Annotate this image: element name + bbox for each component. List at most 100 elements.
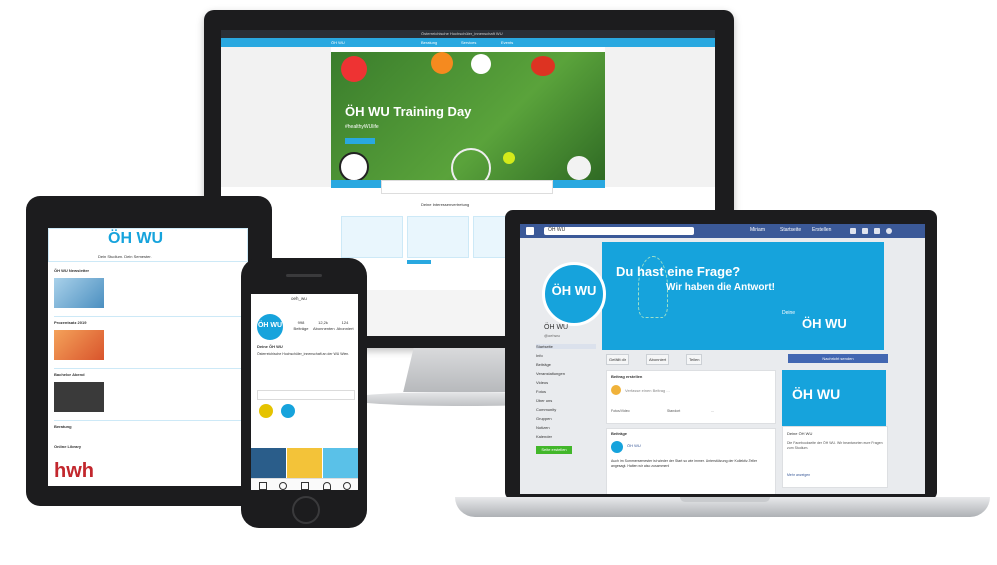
grid-post[interactable] bbox=[287, 448, 322, 478]
sidebar-item-calendar[interactable]: Kalender bbox=[536, 434, 552, 439]
message-button[interactable]: Nachricht senden bbox=[788, 354, 888, 363]
more-button[interactable]: ... bbox=[711, 409, 714, 413]
sidebar-item-videos[interactable]: Videos bbox=[536, 380, 548, 385]
read-more-button[interactable] bbox=[407, 260, 431, 264]
hero-button[interactable] bbox=[345, 138, 375, 144]
photo-video-button[interactable]: Fotos/Video bbox=[611, 409, 630, 413]
divider bbox=[54, 316, 242, 317]
ad-banner[interactable] bbox=[381, 180, 553, 194]
post-author[interactable]: ÖH WU bbox=[627, 443, 641, 448]
home-link[interactable]: Startseite bbox=[780, 227, 801, 233]
heart-icon[interactable] bbox=[323, 482, 331, 490]
news-card[interactable] bbox=[341, 216, 403, 258]
create-post-card: Beitrag erstellen Verfasse einen Beitrag… bbox=[606, 370, 776, 424]
phone-speaker bbox=[286, 274, 322, 277]
nav-item[interactable]: Events bbox=[501, 40, 513, 45]
user-name[interactable]: Miriam bbox=[750, 227, 765, 233]
user-avatar bbox=[611, 385, 621, 395]
notifications-icon[interactable] bbox=[874, 228, 880, 234]
news-card[interactable] bbox=[407, 216, 469, 258]
page-avatar[interactable]: ÖH WU bbox=[542, 262, 606, 326]
sidebar-item-home[interactable]: Startseite bbox=[536, 344, 596, 349]
cover-line-2: Wir haben die Antwort! bbox=[666, 282, 775, 293]
help-icon[interactable] bbox=[886, 228, 892, 234]
messenger-icon[interactable] bbox=[862, 228, 868, 234]
location-button[interactable]: Standort bbox=[667, 409, 680, 413]
phone-home-button[interactable] bbox=[292, 496, 320, 524]
share-button[interactable]: Teilen bbox=[686, 354, 703, 365]
right-card-link[interactable]: Mehr anzeigen bbox=[787, 473, 810, 477]
profile-avatar[interactable]: ÖH WU bbox=[257, 314, 283, 340]
profile-bio: Österreichische Hochschüler_innenschaft … bbox=[257, 352, 350, 356]
tennis-racket bbox=[451, 148, 491, 180]
page-margin-left bbox=[221, 47, 331, 187]
grid-post[interactable] bbox=[323, 448, 358, 478]
like-button[interactable]: Gefällt dir bbox=[606, 354, 630, 365]
page-handle: @oehwu bbox=[544, 333, 560, 338]
profile-name: Deine ÖH WU bbox=[257, 344, 283, 349]
cover-line-1: Du hast eine Frage? bbox=[616, 264, 741, 279]
hero-banner[interactable]: ÖH WU Training Day #healthyWUlife bbox=[331, 52, 605, 180]
search-text: ÖH WU bbox=[548, 227, 566, 233]
footer-logo: hwh bbox=[54, 460, 94, 482]
right-card-text: Die Facebookseite der ÖH WU. Wir beantwo… bbox=[787, 441, 883, 450]
site-top-text: Österreichische Hochschüler_innenschaft … bbox=[421, 31, 503, 36]
search-icon[interactable] bbox=[279, 482, 287, 490]
cover-photo[interactable] bbox=[602, 242, 884, 350]
create-page-button[interactable]: Seite erstellen bbox=[536, 446, 572, 454]
create-post-title: Beitrag erstellen bbox=[611, 374, 643, 379]
post-author-avatar[interactable] bbox=[611, 441, 623, 453]
tennis-ball bbox=[503, 152, 515, 164]
right-card-image[interactable]: ÖH WU bbox=[782, 370, 886, 426]
highlight-story[interactable] bbox=[281, 404, 295, 418]
page-margin-right bbox=[605, 47, 715, 187]
instagram-screen: oeh_wu ÖH WU 998 Beiträge 12,2k Abonnent… bbox=[251, 294, 358, 490]
news-heading: Deine Interessenvertretung bbox=[421, 202, 470, 207]
profile-icon[interactable] bbox=[343, 482, 351, 490]
sidebar-item-info[interactable]: Info bbox=[536, 353, 543, 358]
divider bbox=[54, 420, 242, 421]
avatar-logo: ÖH WU bbox=[551, 283, 597, 298]
sidebar-item-posts[interactable]: Beiträge bbox=[536, 362, 551, 367]
post-input[interactable]: Verfasse einen Beitrag ... bbox=[625, 388, 670, 393]
sidebar-item-events[interactable]: Veranstaltungen bbox=[536, 371, 565, 376]
divider bbox=[54, 368, 242, 369]
nav-item[interactable]: ÖH WU bbox=[331, 40, 345, 45]
sidebar-item-about[interactable]: Über uns bbox=[536, 398, 552, 403]
section-image bbox=[54, 278, 104, 308]
following-count[interactable]: 124 bbox=[335, 320, 355, 325]
section-image bbox=[54, 382, 104, 412]
home-icon[interactable] bbox=[259, 482, 267, 490]
search-input[interactable]: ÖH WU bbox=[544, 227, 694, 235]
post-text: Auch im Sommersemester ist wieder der St… bbox=[611, 459, 758, 468]
add-post-icon[interactable] bbox=[301, 482, 309, 490]
section-title: Online Library bbox=[54, 444, 82, 449]
follow-button[interactable] bbox=[257, 390, 355, 400]
follow-button[interactable]: Abonniert bbox=[646, 354, 670, 365]
facebook-top-bar: ÖH WU Miriam Startseite Erstellen bbox=[520, 224, 925, 238]
followers-label: Abonnenten bbox=[313, 326, 335, 331]
sidebar-item-groups[interactable]: Gruppen bbox=[536, 416, 552, 421]
followers-count[interactable]: 12,2k bbox=[313, 320, 333, 325]
posts-count: 998 bbox=[297, 320, 305, 325]
newsletter-logo: ÖH WU bbox=[108, 230, 164, 247]
nav-item[interactable]: Services bbox=[461, 40, 476, 45]
section-image bbox=[54, 330, 104, 360]
newsletter-subtitle: Dein Studium. Dein Semester. bbox=[98, 254, 152, 259]
section-title: Prozentsatz 2019 bbox=[54, 320, 87, 325]
sidebar-item-photos[interactable]: Fotos bbox=[536, 389, 546, 394]
site-top-bar: Österreichische Hochschüler_innenschaft … bbox=[221, 30, 715, 38]
sport-ball bbox=[431, 52, 453, 74]
grid-post[interactable] bbox=[251, 448, 286, 478]
sidebar-item-notes[interactable]: Notizen bbox=[536, 425, 550, 430]
sidebar-item-community[interactable]: Community bbox=[536, 407, 556, 412]
facebook-logo-icon[interactable] bbox=[526, 227, 534, 235]
highlight-story[interactable] bbox=[259, 404, 273, 418]
right-info-card: Deine ÖH WU Die Facebookseite der ÖH WU.… bbox=[782, 426, 888, 488]
friends-icon[interactable] bbox=[850, 228, 856, 234]
nav-item[interactable]: Beratung bbox=[421, 40, 437, 45]
section-title: Bachelor Abend bbox=[54, 372, 85, 377]
create-link[interactable]: Erstellen bbox=[812, 227, 831, 233]
right-card-title: Deine ÖH WU bbox=[787, 431, 813, 436]
soccer-ball bbox=[339, 152, 369, 180]
